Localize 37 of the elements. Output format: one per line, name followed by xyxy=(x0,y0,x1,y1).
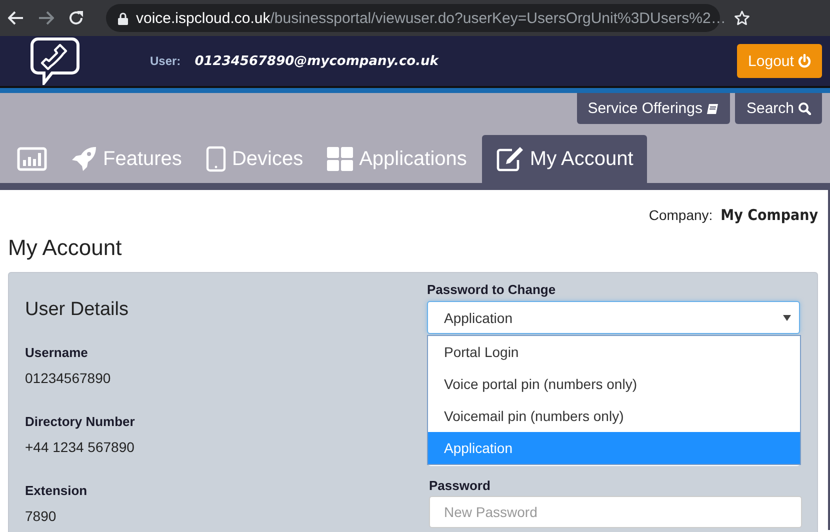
nav-tab[interactable]: My Account xyxy=(482,135,648,183)
user-label: User: xyxy=(150,54,181,68)
password-field[interactable]: New Password xyxy=(429,496,802,528)
dropdown-option[interactable]: Voice portal pin (numbers only) xyxy=(428,368,800,400)
field-label: Directory Number xyxy=(25,414,136,429)
field-value: 7890 xyxy=(25,508,58,524)
service-offerings-button[interactable]: Service Offerings xyxy=(576,93,730,124)
search-button[interactable]: Search xyxy=(735,93,822,124)
search-icon xyxy=(798,102,811,115)
dropdown-option[interactable]: Voicemail pin (numbers only) xyxy=(428,400,800,432)
field-label: Extension xyxy=(25,483,88,498)
field-value: 01234567890 xyxy=(25,370,112,386)
field-label: Username xyxy=(25,345,89,360)
section-title: User Details xyxy=(25,299,130,321)
company-label: Company: xyxy=(648,207,713,223)
grid-icon xyxy=(327,147,354,171)
field-value: +44 1234 567890 xyxy=(25,439,136,455)
bar-chart-icon xyxy=(17,147,47,171)
lock-icon xyxy=(118,12,128,24)
book-icon xyxy=(706,102,720,114)
field-label: Password xyxy=(429,478,490,493)
rocket-icon xyxy=(71,146,97,172)
password-type-select[interactable]: Application xyxy=(427,301,800,334)
reload-icon[interactable] xyxy=(68,10,84,26)
edit-icon xyxy=(496,146,524,172)
caret-icon xyxy=(783,314,791,320)
phone-bubble-logo xyxy=(30,37,80,85)
dropdown-option[interactable]: Portal Login xyxy=(428,336,800,368)
tablet-icon xyxy=(206,146,226,172)
star-icon[interactable] xyxy=(734,10,750,26)
field-label: Password to Change xyxy=(427,282,556,297)
forward-icon[interactable] xyxy=(38,11,54,25)
back-icon[interactable] xyxy=(8,11,24,25)
power-icon xyxy=(798,54,811,68)
page-title: My Account xyxy=(8,234,123,262)
user-email: 01234567890@mycompany.co.uk xyxy=(194,54,438,68)
company-name: My Company xyxy=(720,206,818,224)
